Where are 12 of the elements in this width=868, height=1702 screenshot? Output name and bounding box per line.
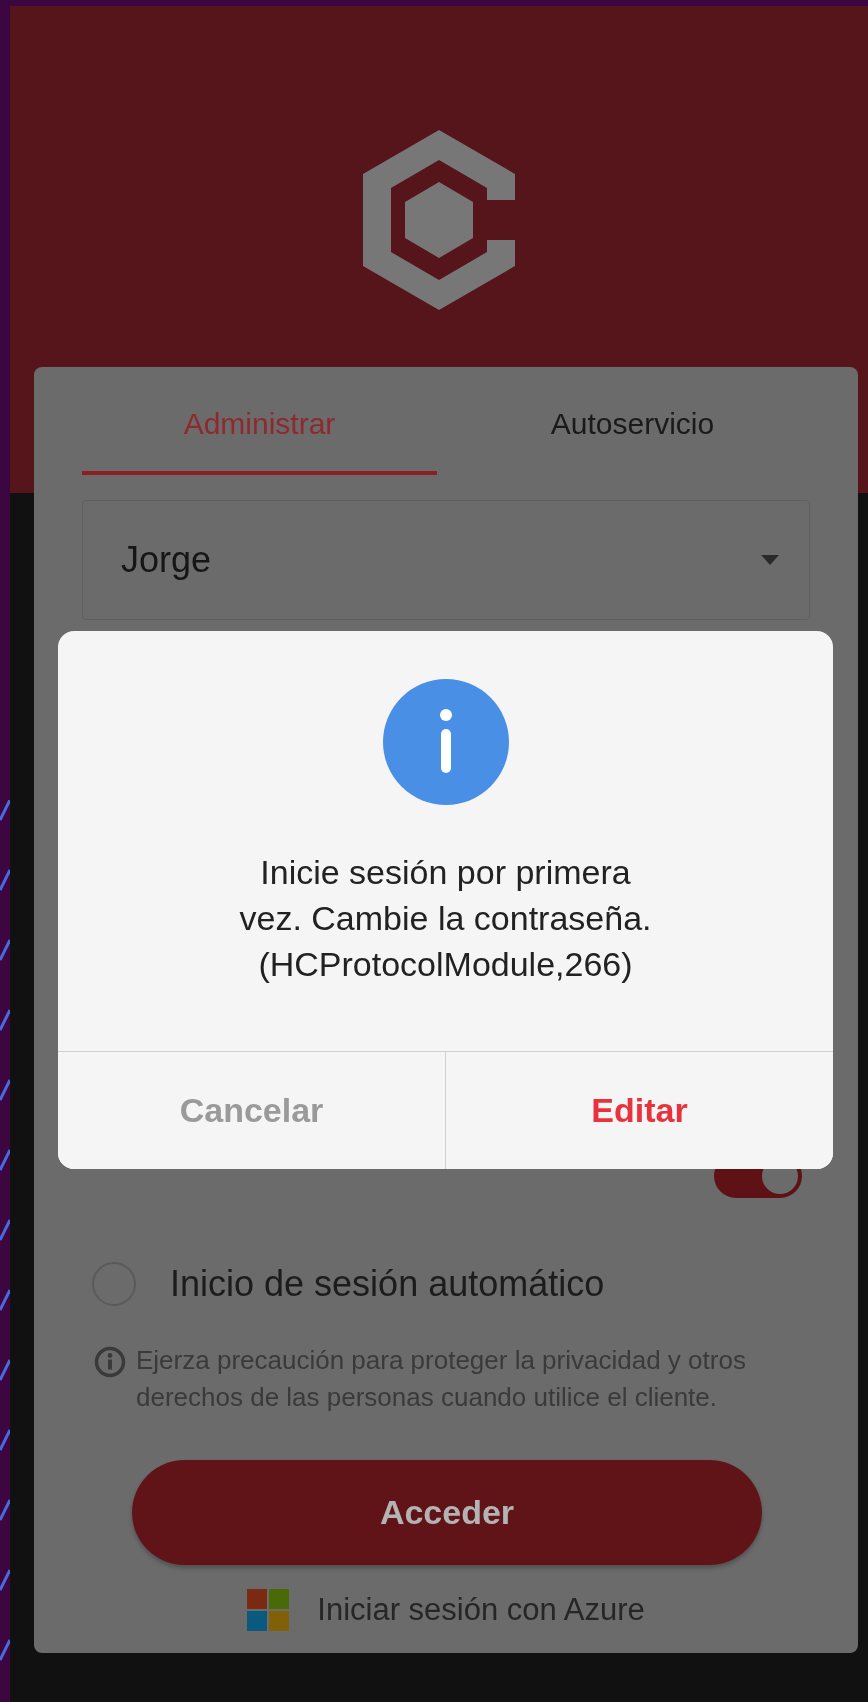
info-icon [94,1346,126,1378]
auto-login-label: Inicio de sesión automático [170,1263,605,1305]
user-dropdown[interactable]: Jorge [82,500,810,620]
dialog-message: Inicie sesión por primera vez. Cambie la contraseña. (HCProtocolModule,266) [239,852,652,985]
info-icon [382,679,509,805]
user-value: Jorge [121,539,212,581]
caret-icon [761,555,779,565]
login-button[interactable]: Acceder [132,1460,762,1565]
azure-login-link[interactable]: Iniciar sesión con Azure [317,1592,645,1628]
cancel-button[interactable]: Cancelar [58,1052,446,1169]
windows-logo-icon [247,1589,290,1631]
tab[interactable]: Autoservicio [455,367,810,475]
